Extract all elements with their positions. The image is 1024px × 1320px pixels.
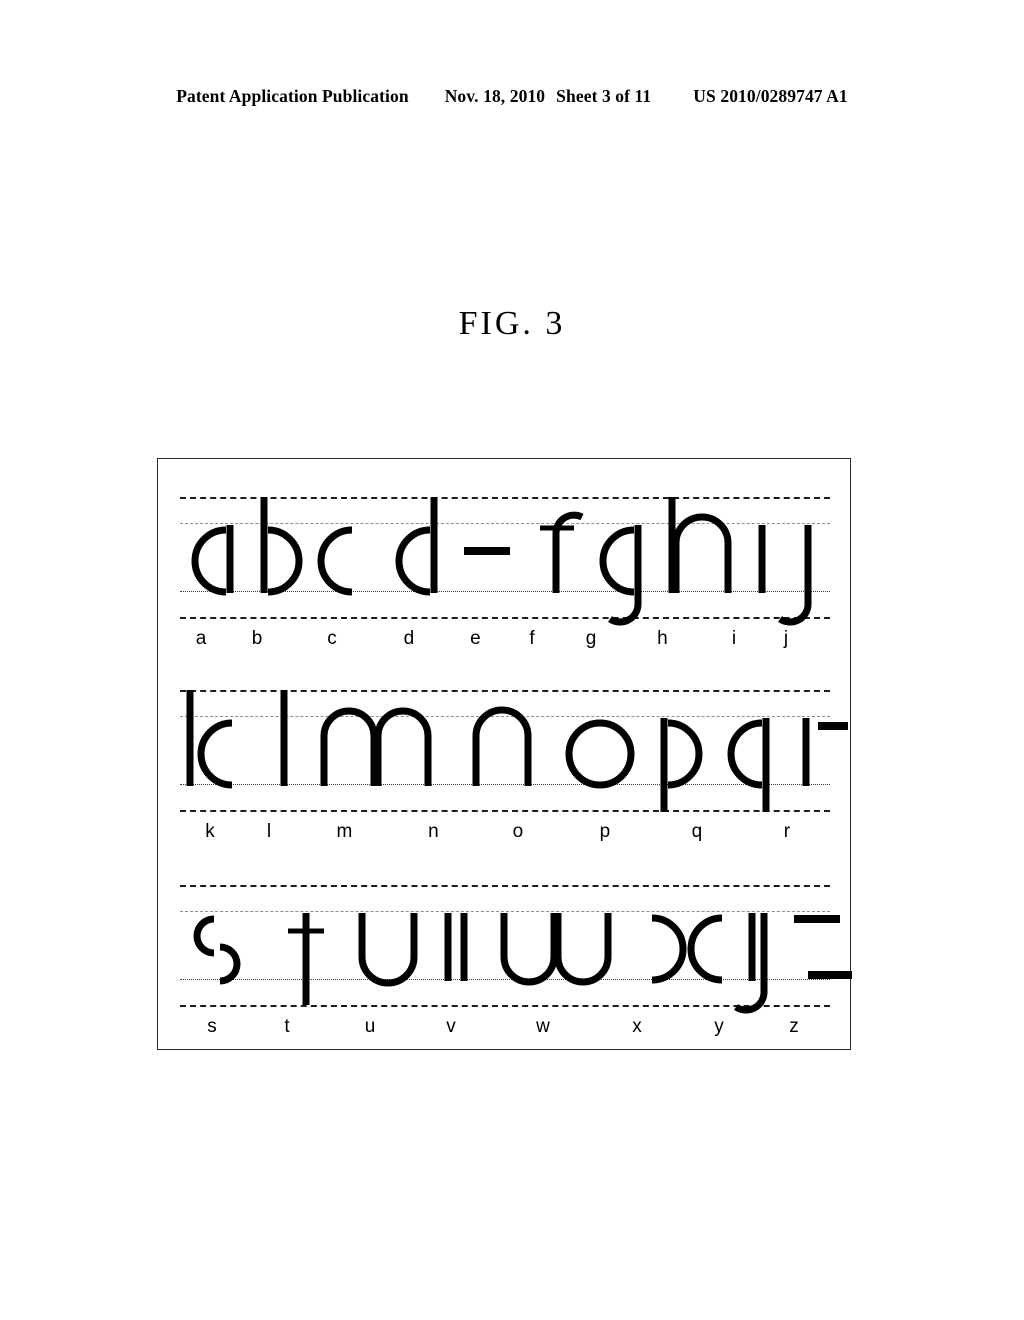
stroke-b-arc (267, 526, 303, 596)
stroke-w-curve-1 (500, 913, 558, 986)
glyph-label-v: v (446, 1015, 456, 1037)
stroke-k-arc (197, 719, 233, 789)
glyph-canvas-row2 (158, 674, 852, 824)
stroke-d-arc (395, 526, 431, 596)
glyph-label-r: r (783, 820, 791, 842)
header-publication-text: Patent Application Publication (176, 86, 409, 106)
glyph-label-x: x (632, 1015, 642, 1037)
glyph-label-w: w (536, 1015, 550, 1037)
glyph-label-t: t (284, 1015, 290, 1037)
stroke-c-arc (317, 526, 353, 596)
glyph-label-n: n (428, 820, 439, 842)
glyph-label-b: b (251, 627, 263, 649)
glyph-label-g: g (585, 627, 597, 649)
header-sheet-text: Sheet 3 of 11 (556, 86, 652, 106)
glyph-label-p: p (599, 820, 611, 842)
stroke-n-arch (472, 706, 532, 786)
stroke-x-arc-right (687, 914, 723, 984)
label-strip-row3: s t u v w x y z (180, 1011, 830, 1041)
stroke-x-arc-left (651, 914, 687, 984)
stroke-q-arc (727, 719, 763, 789)
glyph-row-3: s t u v w x y z (158, 869, 852, 1039)
header-patent-number: US 2010/0289747 A1 (693, 86, 848, 106)
publication-header: Patent Application Publication Nov. 18, … (0, 86, 1024, 114)
glyph-label-k: k (205, 820, 215, 842)
stroke-h-arch (672, 513, 732, 593)
glyph-label-f: f (529, 627, 535, 649)
glyph-row-1: a b c d e f g h i j (158, 481, 852, 651)
glyph-label-q: q (691, 820, 703, 842)
glyph-label-h: h (657, 627, 668, 649)
glyph-label-u: u (364, 1015, 376, 1037)
glyph-canvas-row1 (158, 481, 852, 631)
header-date-text: Nov. 18, 2010 (444, 86, 546, 106)
stroke-w-curve-2 (554, 913, 612, 986)
glyph-label-i: i (731, 627, 737, 649)
figure-title: FIG. 3 (458, 305, 566, 342)
glyph-label-s: s (207, 1015, 217, 1037)
glyph-canvas-row3 (158, 869, 852, 1019)
glyph-label-y: y (714, 1015, 724, 1037)
stroke-o-circle (565, 719, 635, 789)
stroke-g-arc (599, 526, 635, 596)
stroke-s-arc-upper (193, 915, 215, 957)
label-strip-row1: a b c d e f g h i j (180, 623, 830, 653)
glyph-label-j: j (783, 627, 789, 649)
glyph-label-a: a (195, 627, 207, 649)
glyph-label-o: o (512, 820, 524, 842)
glyph-label-e: e (470, 627, 481, 649)
stroke-a-arc (191, 526, 227, 596)
stroke-p-arc (667, 719, 703, 789)
stroke-j-descender (778, 525, 812, 626)
glyph-label-l: l (266, 820, 272, 842)
stroke-u-curve (358, 913, 418, 987)
glyph-row-2: k l m n o p q r (158, 674, 852, 844)
glyph-label-z: z (789, 1015, 799, 1037)
stroke-m-arch-2 (374, 707, 432, 786)
glyph-label-d: d (403, 627, 415, 649)
figure-frame: a b c d e f g h i j k l m n o p q r s t … (157, 458, 852, 1050)
stroke-m-arch-1 (320, 707, 378, 786)
label-strip-row2: k l m n o p q r (180, 816, 830, 846)
stroke-s-arc-lower (219, 943, 241, 985)
glyph-label-m: m (336, 820, 353, 842)
glyph-label-c: c (327, 627, 337, 649)
